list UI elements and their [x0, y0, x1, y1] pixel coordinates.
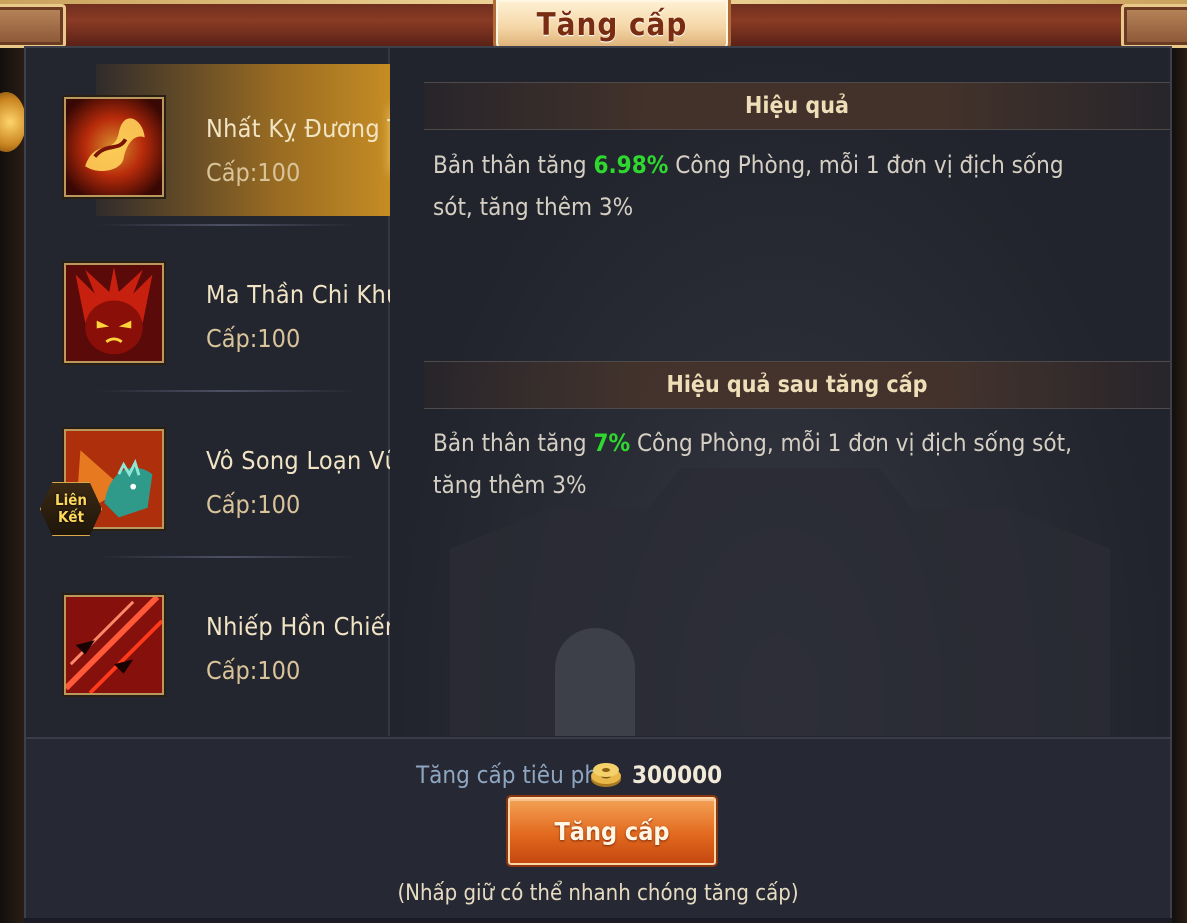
right-border-decoration	[1172, 46, 1187, 923]
skill-level: Cấp:100	[206, 324, 301, 353]
next-effect-value: 7%	[593, 429, 631, 457]
next-effect-header-label: Hiệu quả sau tăng cấp	[666, 372, 928, 398]
hold-hint-text: (Nhấp giữ có thể nhanh chóng tăng cấp)	[397, 881, 799, 906]
effect-header: Hiệu quả	[424, 82, 1170, 130]
skill-item-nhat-ky-duong-thien[interactable]: Nhất Kỵ Đương Thiên Cấp:100	[26, 48, 451, 216]
next-effect-description: Bản thân tăng 7% Công Phòng, mỗi 1 đơn v…	[433, 422, 1083, 506]
red-slash-icon	[64, 595, 164, 695]
coin-icon	[591, 763, 621, 787]
background-gate-illustration	[450, 468, 1110, 736]
skill-item-nhiep-hon-chien-kich[interactable]: Nhiếp Hồn Chiến Kích Cấp:100	[26, 546, 455, 712]
background-gate-arch	[555, 628, 635, 736]
skill-level: Cấp:100	[206, 490, 301, 519]
upgrade-footer: Tăng cấp tiêu phí 300000 Tăng cấp (Nhấp …	[26, 737, 1170, 918]
link-badge-line1: Liên	[55, 491, 87, 509]
skill-level: Cấp:100	[206, 656, 301, 685]
skill-list: Nhất Kỵ Đương Thiên Cấp:100 Ma Thần Chi …	[26, 48, 455, 736]
effect-text-prefix: Bản thân tăng	[433, 151, 594, 179]
next-effect-text-prefix: Bản thân tăng	[433, 429, 594, 457]
effect-details: Hiệu quả Bản thân tăng 6.98% Công Phòng,…	[390, 48, 1170, 736]
demon-face-icon	[64, 263, 164, 363]
left-border-decoration	[0, 46, 24, 923]
upgrade-button-label: Tăng cấp	[554, 816, 670, 846]
effect-description: Bản thân tăng 6.98% Công Phòng, mỗi 1 đơ…	[433, 144, 1083, 228]
skill-name: Vô Song Loạn Vũ	[206, 446, 400, 475]
effect-header-label: Hiệu quả	[745, 93, 849, 119]
skill-level: Cấp:100	[206, 158, 301, 187]
skill-item-ma-than-chi-khu[interactable]: Ma Thần Chi Khu Cấp:100	[26, 214, 400, 380]
corner-ornament-left	[0, 4, 66, 48]
next-effect-header: Hiệu quả sau tăng cấp	[424, 361, 1170, 409]
effect-value: 6.98%	[593, 151, 669, 179]
corner-ornament-right	[1121, 4, 1187, 48]
skill-name: Ma Thần Chi Khu	[206, 280, 401, 309]
cost-label: Tăng cấp tiêu phí	[416, 761, 605, 789]
link-badge-line2: Kết	[57, 508, 85, 526]
link-badge: Liên Kết	[40, 482, 102, 536]
upgrade-button[interactable]: Tăng cấp	[508, 797, 716, 865]
flame-dragon-icon	[64, 97, 164, 197]
cost-value: 300000	[632, 761, 723, 789]
window-title: Tăng cấp	[536, 7, 688, 43]
